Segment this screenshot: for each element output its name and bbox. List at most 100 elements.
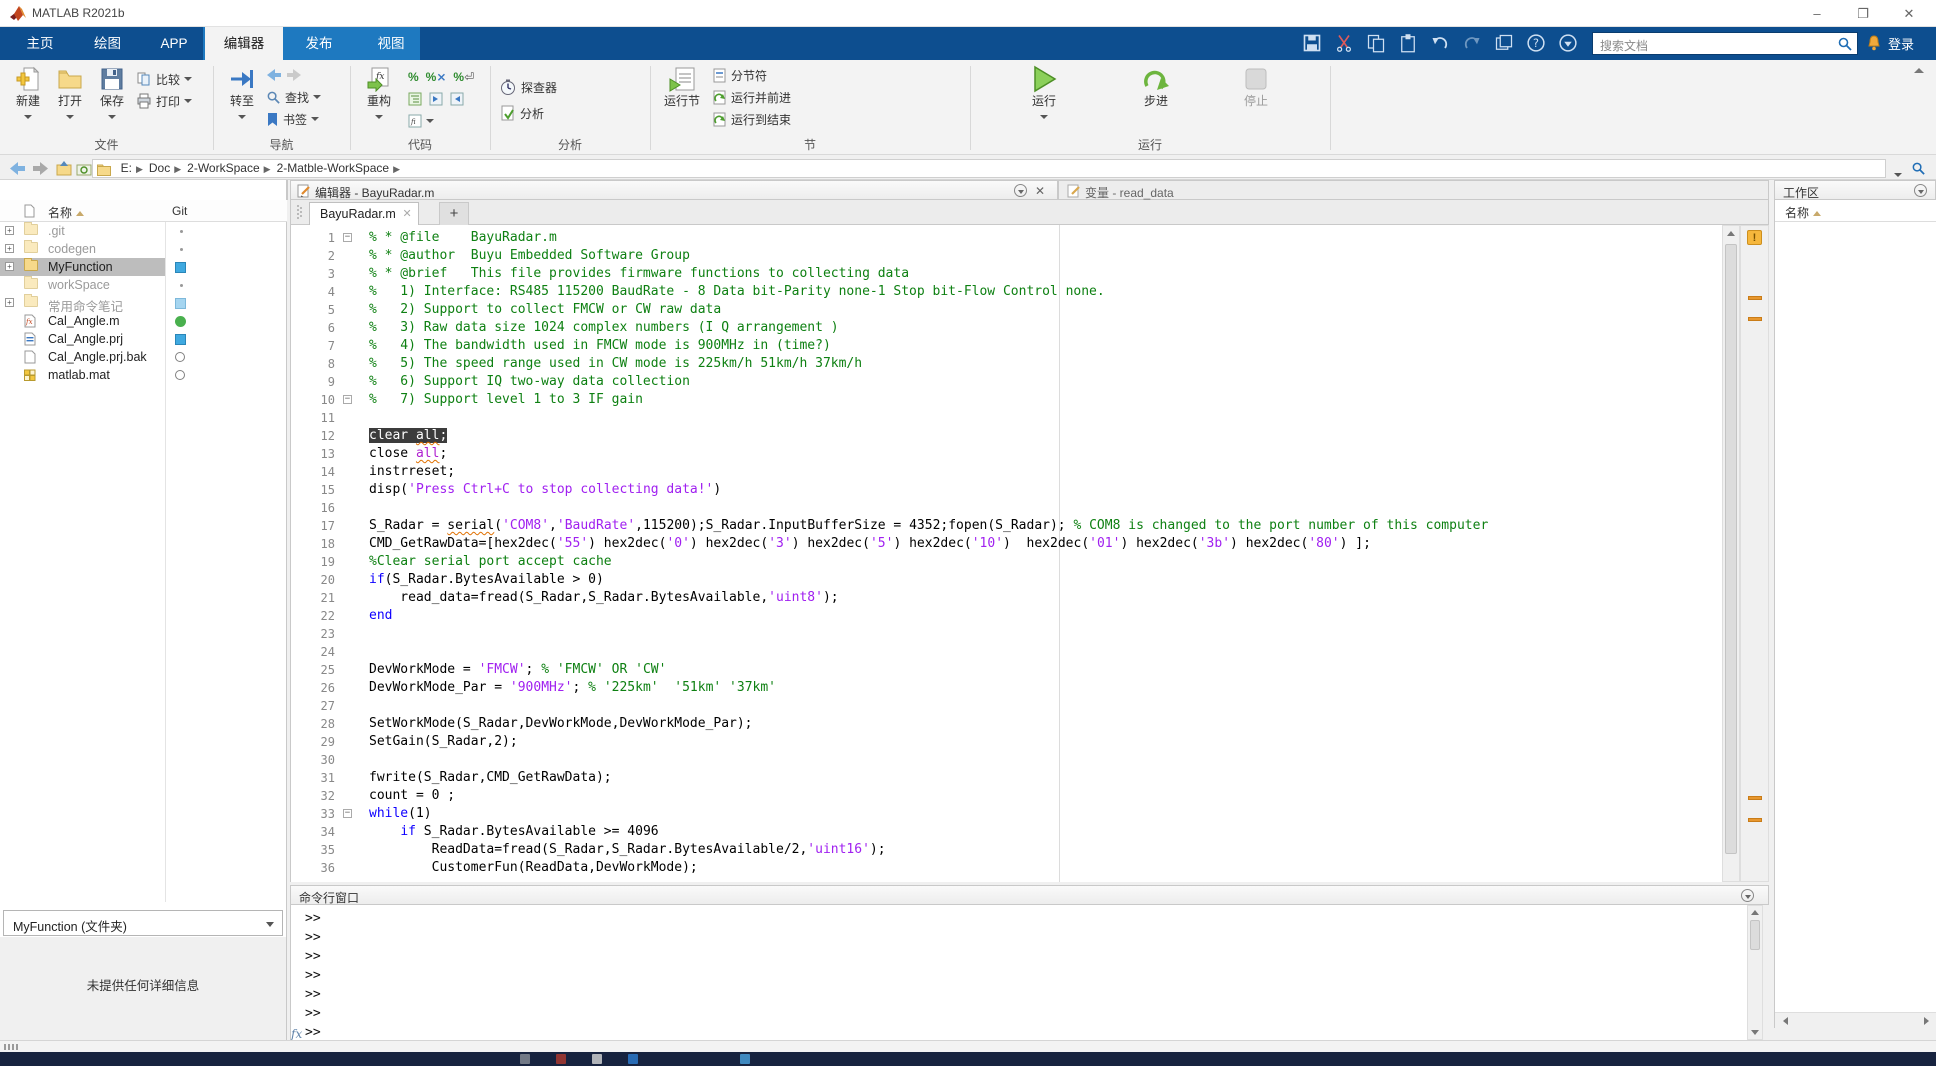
- code-editor[interactable]: 1−% * @file BayuRadar.m2% * @author Buyu…: [290, 225, 1722, 882]
- tab-APP[interactable]: APP: [148, 27, 200, 60]
- profiler-button[interactable]: 探查器: [500, 74, 610, 100]
- code-line[interactable]: 20if(S_Radar.BytesAvailable > 0): [291, 571, 1722, 589]
- file-row[interactable]: Cal_Angle.prj: [0, 330, 287, 348]
- file-row[interactable]: +常用命令笔记: [0, 294, 287, 312]
- command-window-menu-icon[interactable]: [1741, 889, 1754, 902]
- undo-icon[interactable]: [1428, 33, 1452, 53]
- code-line[interactable]: 27: [291, 697, 1722, 715]
- code-line[interactable]: 22end: [291, 607, 1722, 625]
- code-line[interactable]: 3% * @brief This file provides firmware …: [291, 265, 1722, 283]
- qa-dropdown-icon[interactable]: [1556, 33, 1580, 53]
- print-button[interactable]: 打印: [136, 90, 212, 112]
- nav-back-forward[interactable]: [266, 64, 346, 86]
- resize-grip-icon[interactable]: [4, 1044, 18, 1050]
- drag-handle-icon[interactable]: [296, 204, 302, 220]
- command-scrollbar-thumb[interactable]: [1750, 920, 1760, 950]
- tab-发布[interactable]: 发布: [290, 27, 348, 60]
- file-row[interactable]: +.git: [0, 222, 287, 240]
- goto-button[interactable]: 转至: [222, 64, 262, 123]
- find-button[interactable]: 查找: [266, 86, 346, 108]
- code-line[interactable]: 1−% * @file BayuRadar.m: [291, 229, 1722, 247]
- collapse-ribbon-icon[interactable]: [1914, 68, 1924, 73]
- command-prompt[interactable]: >>: [305, 930, 321, 949]
- warning-mark[interactable]: [1748, 296, 1762, 300]
- taskbar-icon[interactable]: [556, 1054, 566, 1064]
- compare-button[interactable]: 比较: [136, 68, 212, 90]
- tab-close-icon[interactable]: ✕: [403, 208, 412, 220]
- notification-bell-icon[interactable]: [1866, 34, 1882, 52]
- breadcrumb[interactable]: E:▶Doc▶2-WorkSpace▶2-Matble-WorkSpace▶: [92, 159, 1886, 178]
- command-prompt[interactable]: >>: [305, 911, 321, 930]
- stop-button[interactable]: 停止: [1232, 64, 1280, 108]
- code-line[interactable]: 18CMD_GetRawData=[hex2dec('55') hex2dec(…: [291, 535, 1722, 553]
- run-to-end-button[interactable]: 运行到结束: [712, 108, 862, 130]
- breadcrumb-segment[interactable]: 2-WorkSpace: [187, 161, 259, 175]
- warning-mark[interactable]: [1748, 796, 1762, 800]
- breadcrumb-segment[interactable]: E:: [121, 161, 132, 175]
- code-line[interactable]: 35 ReadData=fread(S_Radar,S_Radar.BytesA…: [291, 841, 1722, 859]
- code-line[interactable]: 26DevWorkMode_Par = '900MHz'; % '225km' …: [291, 679, 1722, 697]
- indent-right-icon[interactable]: [429, 92, 443, 106]
- tab-主页[interactable]: 主页: [12, 27, 68, 60]
- file-row[interactable]: workSpace: [0, 276, 287, 294]
- run-button[interactable]: 运行: [1018, 64, 1070, 123]
- code-line[interactable]: 9% 6) Support IQ two-way data collection: [291, 373, 1722, 391]
- doc-search-box[interactable]: 搜索文档: [1592, 32, 1858, 55]
- code-line[interactable]: 6% 3) Raw data size 1024 complex numbers…: [291, 319, 1722, 337]
- fold-marker-icon[interactable]: −: [343, 395, 352, 404]
- taskbar-icon[interactable]: [520, 1054, 530, 1064]
- search-icon[interactable]: [1837, 36, 1853, 52]
- breadcrumb-segment[interactable]: 2-Matble-WorkSpace: [277, 161, 390, 175]
- taskbar-icon[interactable]: [592, 1054, 602, 1064]
- fold-marker-icon[interactable]: −: [343, 809, 352, 818]
- tab-绘图[interactable]: 绘图: [80, 27, 135, 60]
- save-icon[interactable]: [1300, 33, 1324, 53]
- expand-icon[interactable]: +: [5, 262, 14, 271]
- workspace-hscrollbar[interactable]: [1775, 1012, 1936, 1028]
- warning-mark[interactable]: [1748, 317, 1762, 321]
- code-line[interactable]: 30: [291, 751, 1722, 769]
- redo-icon[interactable]: [1460, 33, 1484, 53]
- file-row[interactable]: Cal_Angle.prj.bak: [0, 348, 287, 366]
- code-line[interactable]: 21 read_data=fread(S_Radar,S_Radar.Bytes…: [291, 589, 1722, 607]
- tab-bayuradar[interactable]: BayuRadar.m ✕: [309, 202, 419, 225]
- forward-icon[interactable]: [286, 68, 302, 82]
- command-window-scrollbar[interactable]: [1747, 905, 1763, 1040]
- expand-icon[interactable]: +: [5, 226, 14, 235]
- section-break-button[interactable]: 分节符: [712, 64, 862, 86]
- code-line[interactable]: 23: [291, 625, 1722, 643]
- code-line[interactable]: 11: [291, 409, 1722, 427]
- editor-scrollbar[interactable]: [1722, 225, 1740, 882]
- file-row[interactable]: matlab.mat: [0, 366, 287, 384]
- tab-视图[interactable]: 视图: [362, 27, 420, 60]
- step-button[interactable]: 步进: [1132, 64, 1180, 108]
- function-hints-icon[interactable]: fi: [408, 114, 422, 128]
- run-section-button[interactable]: 运行节: [660, 64, 704, 108]
- windows-taskbar[interactable]: [0, 1052, 1936, 1066]
- file-row[interactable]: +MyFunction: [0, 258, 287, 276]
- editor-scrollbar-thumb[interactable]: [1725, 244, 1737, 854]
- command-prompt[interactable]: >>: [305, 968, 321, 987]
- tab-编辑器[interactable]: 编辑器: [205, 27, 283, 60]
- browse-folder-icon[interactable]: [76, 161, 92, 176]
- comment-icon[interactable]: %: [408, 70, 419, 84]
- warning-mark[interactable]: [1748, 818, 1762, 822]
- scroll-right-icon[interactable]: [1924, 1017, 1933, 1025]
- code-line[interactable]: 15disp('Press Ctrl+C to stop collecting …: [291, 481, 1722, 499]
- code-line[interactable]: 10−% 7) Support level 1 to 3 IF gain: [291, 391, 1722, 409]
- code-line[interactable]: 36 CustomerFun(ReadData,DevWorkMode);: [291, 859, 1722, 877]
- workspace-menu-icon[interactable]: [1914, 184, 1927, 197]
- open-button[interactable]: 打开: [50, 64, 90, 123]
- file-row[interactable]: fxCal_Angle.m: [0, 312, 287, 330]
- maximize-button[interactable]: ❐: [1840, 0, 1886, 27]
- folder-detail-selector[interactable]: MyFunction (文件夹): [3, 910, 283, 936]
- address-dropdown-icon[interactable]: [1894, 166, 1902, 181]
- command-prompt[interactable]: >>: [305, 949, 321, 968]
- code-line[interactable]: 28SetWorkMode(S_Radar,DevWorkMode,DevWor…: [291, 715, 1722, 733]
- indent-left-icon[interactable]: [450, 92, 464, 106]
- file-row[interactable]: +codegen: [0, 240, 287, 258]
- sign-in-link[interactable]: 登录: [1888, 34, 1914, 53]
- code-line[interactable]: 8% 5) The speed range used in CW mode is…: [291, 355, 1722, 373]
- code-line[interactable]: 5% 2) Support to collect FMCW or CW raw …: [291, 301, 1722, 319]
- wrap-comment-icon[interactable]: %⏎: [453, 70, 474, 84]
